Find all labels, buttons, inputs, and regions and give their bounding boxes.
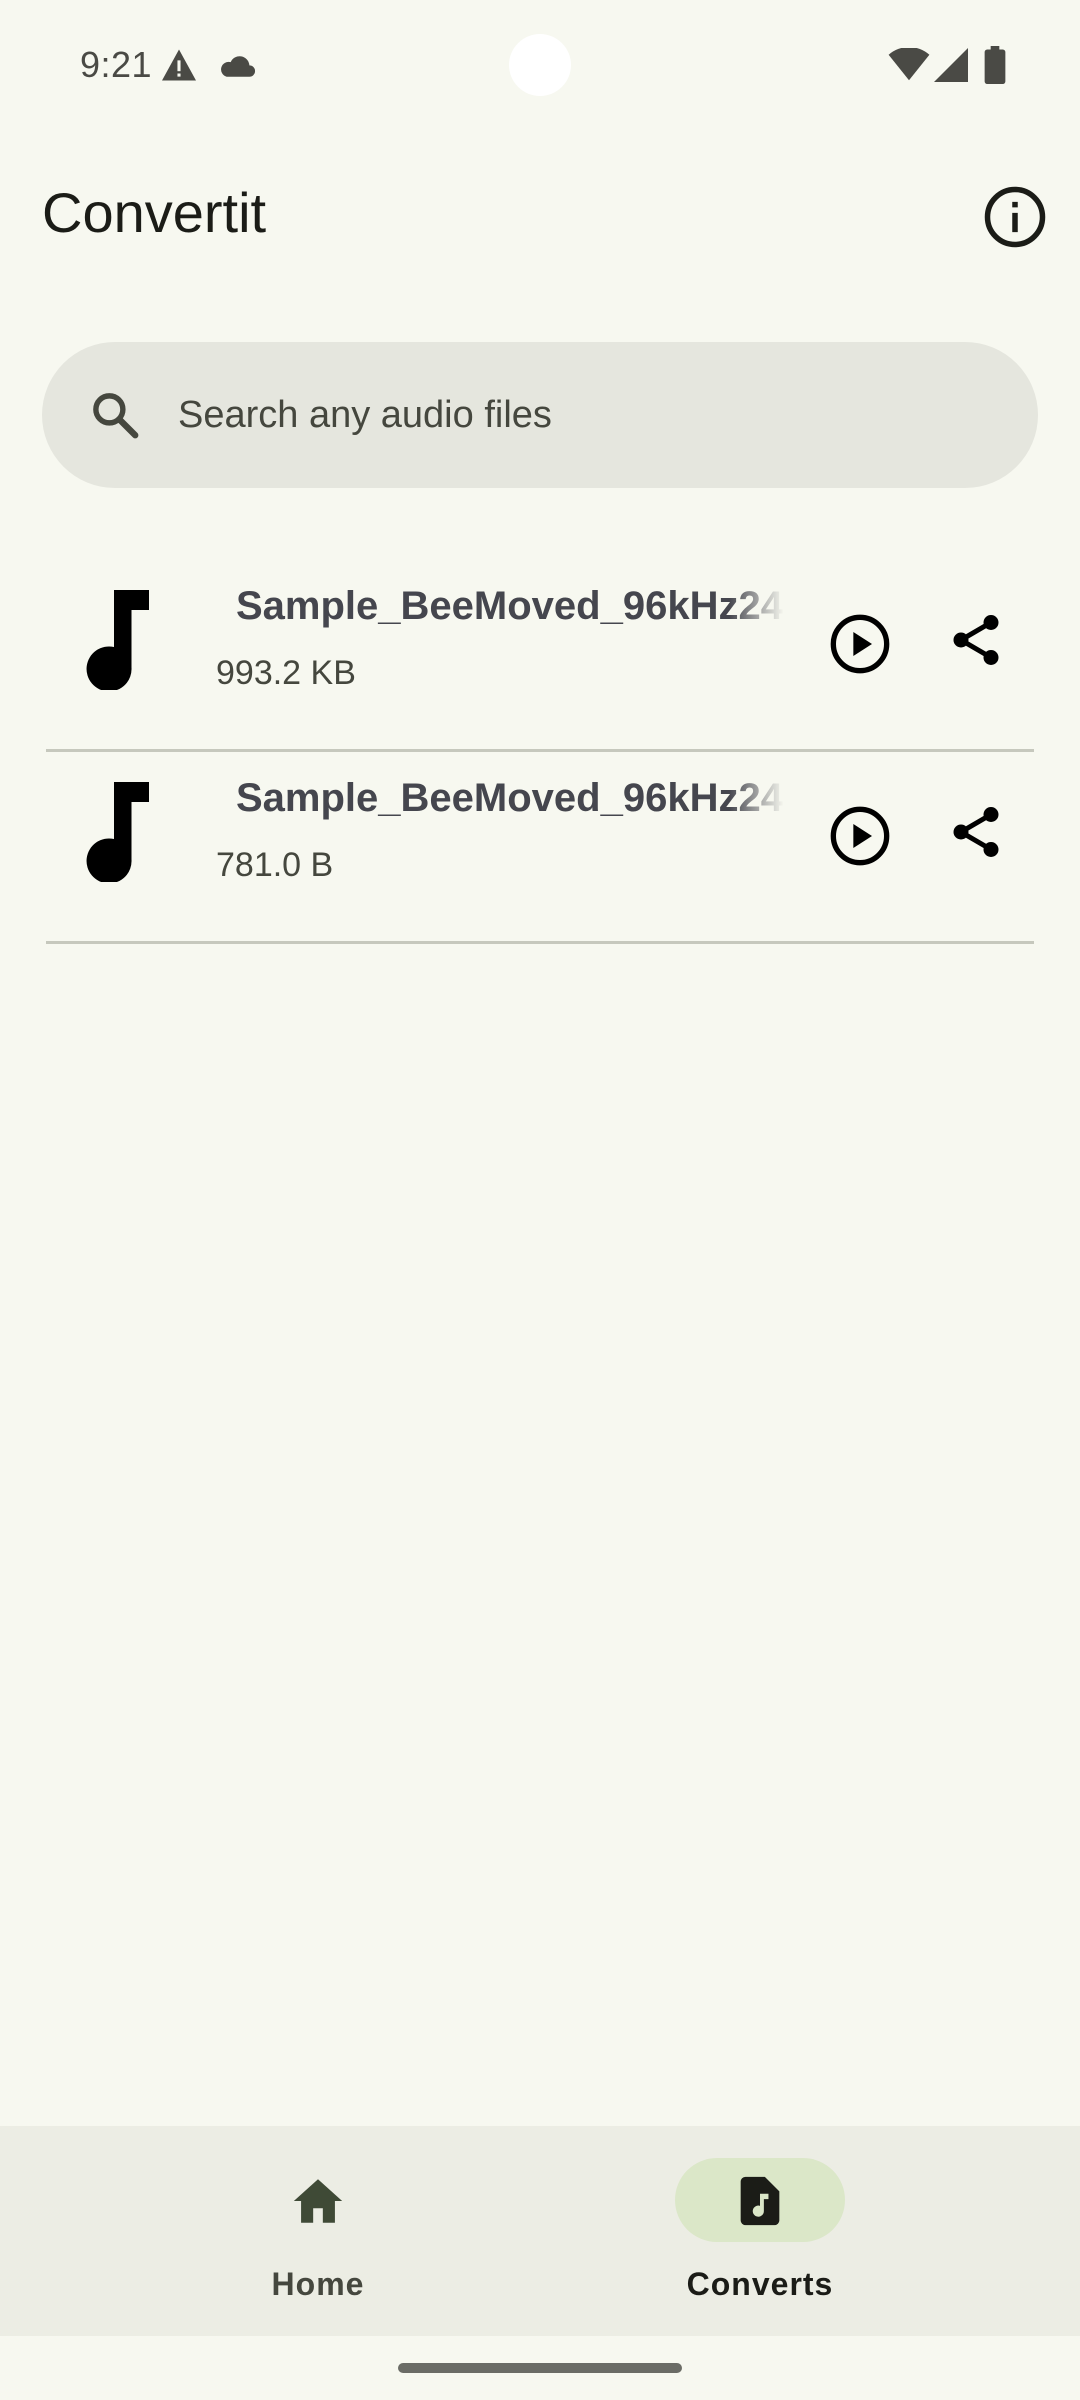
- camera-cutout: [509, 34, 571, 96]
- play-icon[interactable]: [828, 804, 892, 868]
- music-note-icon: [86, 590, 149, 690]
- nav-item-converts[interactable]: Converts: [490, 2126, 1030, 2336]
- list-item[interactable]: Sample_BeeMoved_96kHz24 993.2 KB: [0, 560, 1080, 752]
- search-icon: [93, 393, 139, 439]
- file-size: 993.2 KB: [216, 654, 356, 692]
- battery-icon: [984, 46, 1006, 84]
- file-name: Sample_BeeMoved_96kHz24: [236, 776, 783, 820]
- status-bar: 9:21: [0, 0, 1080, 130]
- share-icon[interactable]: [946, 802, 1006, 862]
- info-icon[interactable]: [982, 184, 1048, 250]
- app-title: Convertit: [42, 181, 267, 244]
- cellular-signal-icon: [934, 48, 968, 82]
- cloud-icon: [221, 56, 256, 77]
- gesture-bar[interactable]: [398, 2363, 682, 2373]
- search-bar[interactable]: [42, 342, 1038, 488]
- file-name: Sample_BeeMoved_96kHz24: [236, 584, 783, 628]
- nav-indicator-active: [675, 2158, 845, 2242]
- list-item[interactable]: Sample_BeeMoved_96kHz24 781.0 B: [0, 752, 1080, 944]
- wifi-icon: [888, 48, 930, 81]
- audio-file-icon: [740, 2176, 780, 2226]
- play-icon[interactable]: [828, 612, 892, 676]
- file-list: Sample_BeeMoved_96kHz24 993.2 KB Sample_…: [0, 560, 1080, 944]
- search-input[interactable]: [178, 342, 998, 488]
- nav-label-converts: Converts: [686, 2266, 834, 2302]
- status-time: 9:21: [80, 44, 153, 85]
- warning-icon: [162, 49, 196, 81]
- share-icon[interactable]: [946, 610, 1006, 670]
- file-size: 781.0 B: [216, 846, 334, 884]
- home-icon: [293, 2179, 343, 2223]
- nav-indicator: [233, 2158, 403, 2242]
- bottom-navigation: Home Converts: [0, 2126, 1080, 2336]
- divider: [46, 941, 1034, 944]
- screen: 9:21 Convertit Search any audio files Sa…: [0, 0, 1080, 2400]
- music-note-icon: [86, 782, 149, 882]
